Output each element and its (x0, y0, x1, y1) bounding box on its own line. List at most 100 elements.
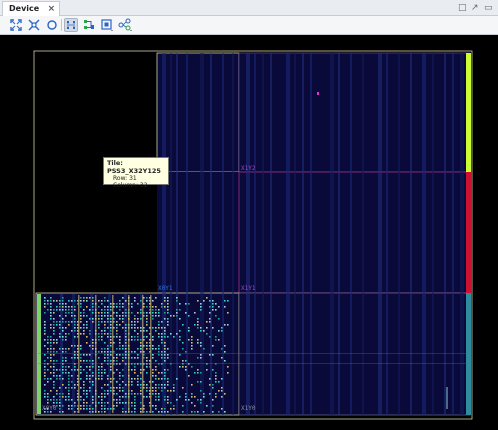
column-stripe (222, 53, 224, 415)
placed-cell (110, 327, 112, 329)
placed-cell (182, 360, 184, 362)
placed-cell (101, 393, 103, 395)
placed-cell (152, 372, 154, 374)
placed-cell (44, 333, 46, 335)
placed-cell (137, 339, 139, 341)
auto-fit-selection-icon[interactable] (45, 18, 59, 32)
placed-cell (53, 396, 55, 398)
minimize-icon[interactable]: ▭ (484, 1, 493, 15)
route-line (38, 353, 468, 354)
placed-cell (107, 309, 109, 311)
placed-cell (68, 387, 70, 389)
placed-cell (191, 402, 193, 404)
zoom-selection-icon[interactable] (27, 18, 41, 32)
placed-cell (107, 327, 109, 329)
placed-cell (185, 396, 187, 398)
placed-cell (158, 384, 160, 386)
placed-cell (152, 327, 154, 329)
placed-cell (161, 390, 163, 392)
placed-cell (140, 411, 142, 413)
placed-cell (80, 360, 82, 362)
placed-cell (152, 312, 154, 314)
placed-cell (74, 405, 76, 407)
placed-cell (200, 345, 202, 347)
placed-cell (110, 381, 112, 383)
placed-cell (83, 369, 85, 371)
toolbar-separator (61, 19, 62, 31)
placed-cell (74, 387, 76, 389)
placed-cell (74, 345, 76, 347)
placed-cell (203, 393, 205, 395)
placed-cell (179, 330, 181, 332)
device-canvas[interactable]: X1Y2 X1Y1 X0Y1 X0Y0 X1Y0 Tile: PSS3_X32Y… (0, 35, 498, 430)
net-legend-icon[interactable] (82, 18, 96, 32)
placed-cell (164, 372, 166, 374)
placed-cell (215, 315, 217, 317)
placed-cell (161, 351, 163, 353)
tab-close-icon[interactable]: × (48, 2, 56, 16)
placed-cell (104, 321, 106, 323)
placed-cell (134, 324, 136, 326)
placed-cell (176, 312, 178, 314)
placed-cell (179, 303, 181, 305)
placed-cell (47, 357, 49, 359)
placed-cell (44, 300, 46, 302)
placed-cell (137, 336, 139, 338)
placed-cell (68, 300, 70, 302)
placed-cell (164, 300, 166, 302)
select-area-icon[interactable] (100, 18, 114, 32)
placed-cell (221, 408, 223, 410)
show-connections-icon[interactable] (118, 18, 132, 32)
placed-cell (212, 411, 214, 413)
maximize-icon[interactable]: ↗ (471, 1, 479, 15)
placed-cell (56, 375, 58, 377)
placed-cell (158, 393, 160, 395)
placed-cell (122, 327, 124, 329)
placed-cell (101, 333, 103, 335)
placed-cell (53, 384, 55, 386)
placed-cell (197, 327, 199, 329)
tab-device[interactable]: Device × (2, 1, 61, 16)
placed-cell (224, 360, 226, 362)
placed-cell (200, 399, 202, 401)
placed-cell (65, 399, 67, 401)
placed-cell (125, 330, 127, 332)
placed-cell (119, 306, 121, 308)
placed-cell (134, 366, 136, 368)
placed-cell (200, 354, 202, 356)
placed-cell (65, 333, 67, 335)
placed-cell (218, 306, 220, 308)
placed-cell (218, 318, 220, 320)
placed-cell (65, 321, 67, 323)
zoom-fit-icon[interactable] (9, 18, 23, 32)
placed-cell (131, 393, 133, 395)
placed-cell (53, 387, 55, 389)
placed-cell (194, 396, 196, 398)
placed-cell (191, 396, 193, 398)
placed-cell (158, 387, 160, 389)
tab-bar: Device × □ ↗ ▭ (0, 0, 498, 16)
placed-cell (62, 327, 64, 329)
placed-cell (194, 324, 196, 326)
placed-cell (44, 384, 46, 386)
column-stripe (254, 53, 256, 415)
placed-cell (50, 399, 52, 401)
placed-cell (50, 345, 52, 347)
placed-cell (206, 297, 208, 299)
placed-cell (89, 408, 91, 410)
placed-cell (134, 300, 136, 302)
device-view[interactable] (0, 35, 498, 430)
routing-resources-icon[interactable] (64, 18, 78, 32)
placed-cell (110, 315, 112, 317)
placed-cell (194, 405, 196, 407)
placed-cell (137, 333, 139, 335)
placed-cell (164, 357, 166, 359)
placed-cell (209, 312, 211, 314)
placed-cell (137, 303, 139, 305)
placed-cell (131, 384, 133, 386)
placed-cell (158, 372, 160, 374)
placed-cell (122, 345, 124, 347)
restore-icon[interactable]: □ (458, 1, 467, 15)
placed-cell (131, 402, 133, 404)
placed-cell (194, 312, 196, 314)
